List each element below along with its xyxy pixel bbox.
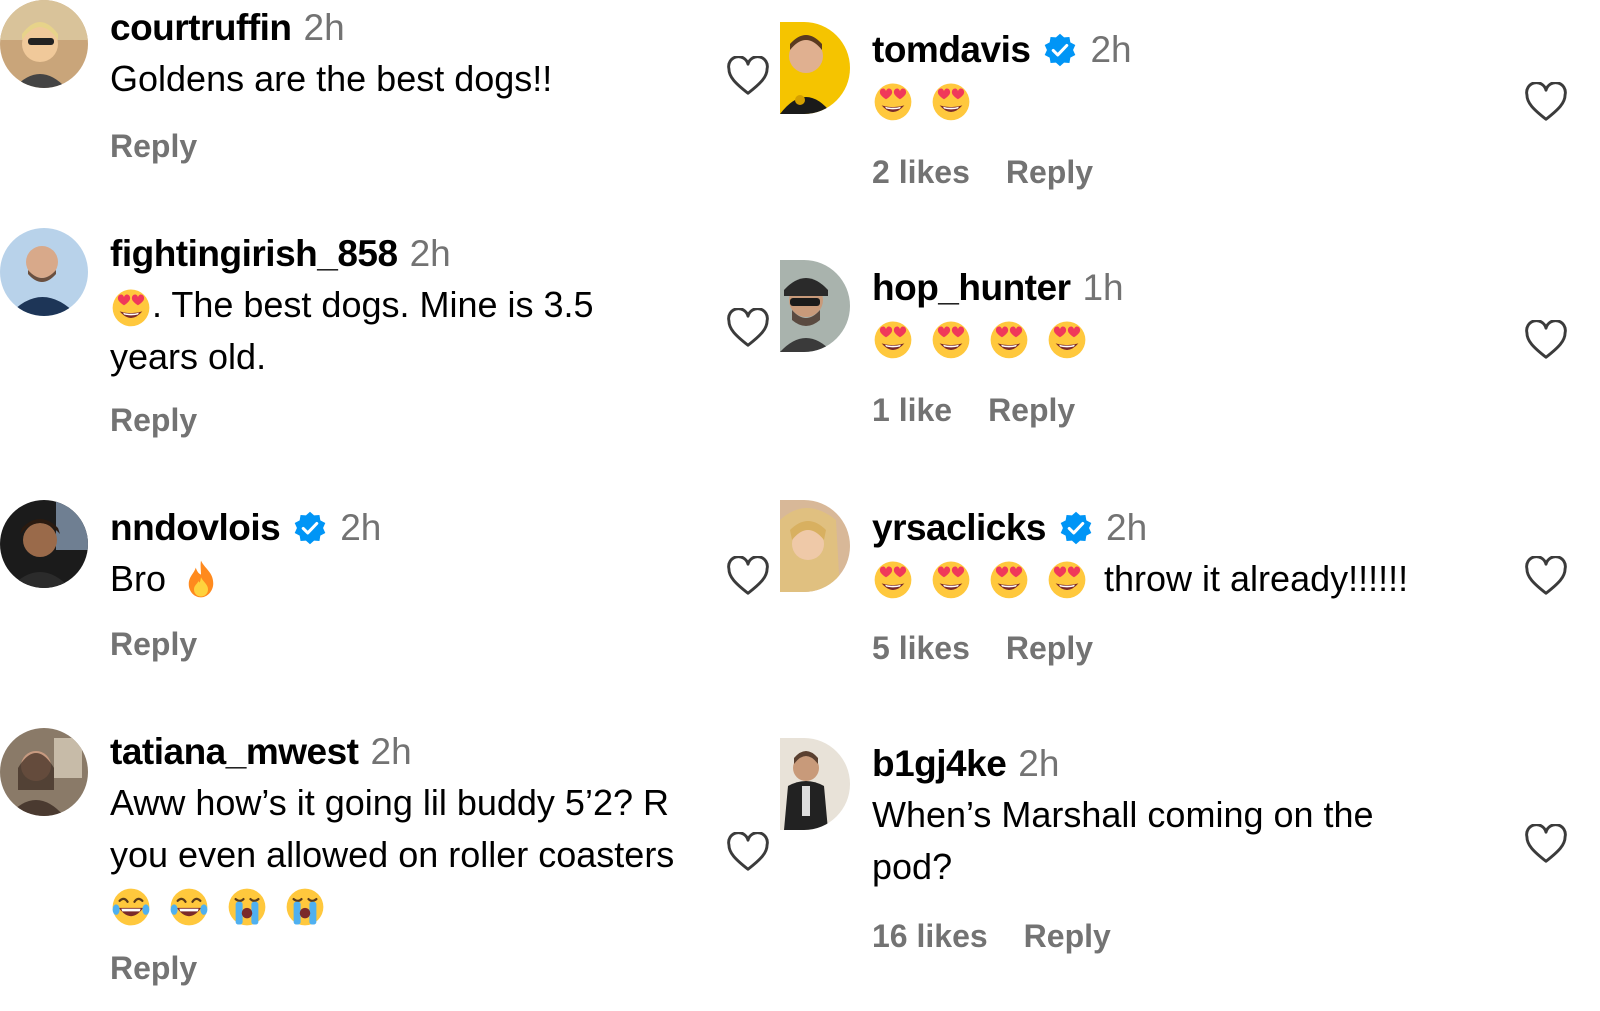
heart-eyes-emoji: [110, 286, 152, 328]
verified-badge-icon: [1058, 510, 1094, 546]
likes-count[interactable]: 16 likes: [872, 918, 988, 955]
timestamp[interactable]: 2h: [304, 7, 345, 49]
timestamp[interactable]: 1h: [1082, 267, 1123, 309]
reply-button[interactable]: Reply: [1024, 918, 1111, 955]
verified-badge-icon: [1042, 32, 1078, 68]
heart-eyes-emoji: [930, 318, 972, 360]
comment-text: Bro: [110, 558, 167, 599]
heart-eyes-emoji: [872, 80, 914, 122]
timestamp[interactable]: 2h: [1090, 29, 1131, 71]
likes-count[interactable]: 5 likes: [872, 630, 970, 667]
avatar[interactable]: [0, 0, 88, 88]
heart-outline-icon[interactable]: [1524, 320, 1568, 360]
reply-button[interactable]: Reply: [110, 626, 197, 663]
fire-emoji: [180, 558, 222, 600]
comment-item: nndovlois 2h Bro Reply: [0, 498, 790, 698]
comment-text-line-1: . The best dogs. Mine is 3.5: [110, 280, 710, 330]
username[interactable]: yrsaclicks: [872, 507, 1047, 549]
username[interactable]: fightingirish_858: [110, 233, 398, 275]
avatar[interactable]: [780, 260, 850, 352]
comment-item: fightingirish_858 2h . The best dogs. Mi…: [0, 226, 790, 466]
username[interactable]: courtruffin: [110, 7, 292, 49]
comment-text-line-2: you even allowed on roller coasters: [110, 834, 675, 875]
crying-emoji: [226, 886, 268, 928]
heart-eyes-emoji: [872, 318, 914, 360]
crying-emoji: [284, 886, 326, 928]
comment-item: tomdavis 2h 2 likes Reply: [780, 22, 1600, 222]
avatar[interactable]: [780, 500, 850, 592]
heart-eyes-emoji: [1046, 558, 1088, 600]
username[interactable]: tatiana_mwest: [110, 731, 359, 773]
emoji-row: [872, 312, 1510, 366]
comment-item: yrsaclicks 2h throw it already!!!!!! 5 l…: [780, 498, 1600, 698]
emoji-row: [110, 880, 710, 934]
heart-eyes-emoji: [988, 558, 1030, 600]
heart-eyes-emoji: [930, 80, 972, 122]
emoji-row: [872, 74, 1510, 128]
username[interactable]: b1gj4ke: [872, 743, 1007, 785]
heart-eyes-emoji: [988, 318, 1030, 360]
heart-outline-icon[interactable]: [726, 832, 770, 872]
reply-button[interactable]: Reply: [110, 950, 197, 987]
avatar[interactable]: [0, 500, 88, 588]
reply-button[interactable]: Reply: [110, 128, 197, 165]
avatar[interactable]: [780, 738, 850, 830]
comment-item: hop_hunter 1h 1 like Reply: [780, 260, 1600, 460]
comment-text-line-2: years old.: [110, 336, 267, 377]
timestamp[interactable]: 2h: [340, 507, 381, 549]
likes-count[interactable]: 2 likes: [872, 154, 970, 191]
comment-item: b1gj4ke 2h When’s Marshall coming on the…: [780, 736, 1600, 1011]
emoji-row: throw it already!!!!!!: [872, 552, 1510, 606]
comment-text-line-2: pod?: [872, 846, 953, 887]
timestamp[interactable]: 2h: [1106, 507, 1147, 549]
verified-badge-icon: [292, 510, 328, 546]
comment-item: tatiana_mwest 2h Aww how’s it going lil …: [0, 724, 790, 1011]
avatar[interactable]: [0, 728, 88, 816]
heart-outline-icon[interactable]: [726, 556, 770, 596]
heart-outline-icon[interactable]: [726, 308, 770, 348]
laughing-emoji: [168, 886, 210, 928]
username[interactable]: nndovlois: [110, 507, 281, 549]
heart-eyes-emoji: [1046, 318, 1088, 360]
comment-item: courtruffin 2h Goldens are the best dogs…: [0, 0, 790, 200]
timestamp[interactable]: 2h: [371, 731, 412, 773]
heart-eyes-emoji: [930, 558, 972, 600]
reply-button[interactable]: Reply: [1006, 630, 1093, 667]
comment-text: . The best dogs. Mine is 3.5: [152, 284, 594, 325]
heart-outline-icon[interactable]: [726, 56, 770, 96]
comment-text-line-1: Aww how’s it going lil buddy 5’2? R: [110, 782, 669, 823]
avatar[interactable]: [0, 228, 88, 316]
reply-button[interactable]: Reply: [988, 392, 1075, 429]
heart-outline-icon[interactable]: [1524, 556, 1568, 596]
timestamp[interactable]: 2h: [410, 233, 451, 275]
avatar[interactable]: [780, 22, 850, 114]
username[interactable]: tomdavis: [872, 29, 1031, 71]
comment-text: throw it already!!!!!!: [1104, 558, 1409, 599]
comment-text-line-1: When’s Marshall coming on the: [872, 794, 1374, 835]
heart-outline-icon[interactable]: [1524, 82, 1568, 122]
comment-text: Goldens are the best dogs!!: [110, 58, 553, 99]
likes-count[interactable]: 1 like: [872, 392, 952, 429]
username[interactable]: hop_hunter: [872, 267, 1071, 309]
reply-button[interactable]: Reply: [1006, 154, 1093, 191]
laughing-emoji: [110, 886, 152, 928]
heart-outline-icon[interactable]: [1524, 824, 1568, 864]
reply-button[interactable]: Reply: [110, 402, 197, 439]
heart-eyes-emoji: [872, 558, 914, 600]
timestamp[interactable]: 2h: [1018, 743, 1059, 785]
